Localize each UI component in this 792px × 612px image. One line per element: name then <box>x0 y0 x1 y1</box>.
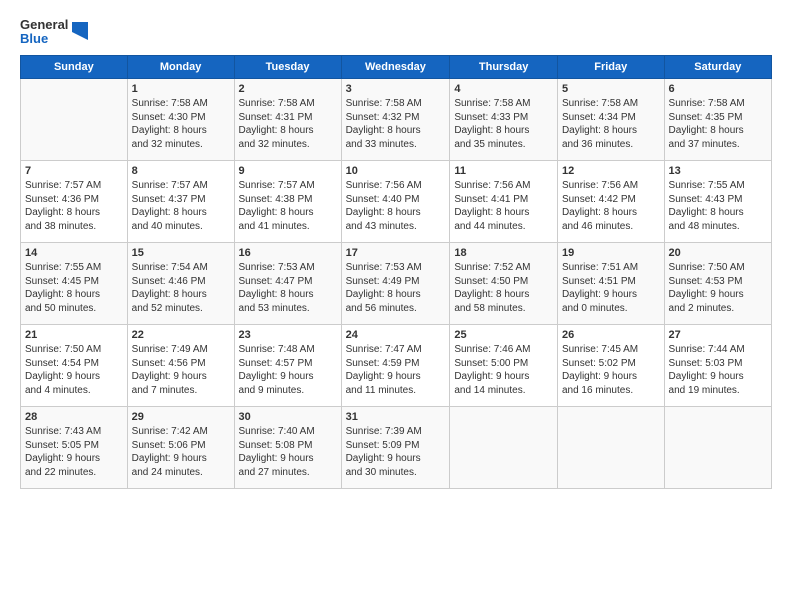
calendar-cell: 27Sunrise: 7:44 AMSunset: 5:03 PMDayligh… <box>664 324 771 406</box>
day-number: 1 <box>132 82 230 97</box>
week-row-5: 28Sunrise: 7:43 AMSunset: 5:05 PMDayligh… <box>21 406 772 488</box>
week-row-1: 1Sunrise: 7:58 AMSunset: 4:30 PMDaylight… <box>21 78 772 160</box>
calendar-cell: 12Sunrise: 7:56 AMSunset: 4:42 PMDayligh… <box>557 160 664 242</box>
week-row-3: 14Sunrise: 7:55 AMSunset: 4:45 PMDayligh… <box>21 242 772 324</box>
day-number: 4 <box>454 82 553 97</box>
calendar-cell: 11Sunrise: 7:56 AMSunset: 4:41 PMDayligh… <box>450 160 558 242</box>
calendar-cell: 5Sunrise: 7:58 AMSunset: 4:34 PMDaylight… <box>557 78 664 160</box>
calendar-body: 1Sunrise: 7:58 AMSunset: 4:30 PMDaylight… <box>21 78 772 488</box>
calendar-cell: 8Sunrise: 7:57 AMSunset: 4:37 PMDaylight… <box>127 160 234 242</box>
calendar-cell: 22Sunrise: 7:49 AMSunset: 4:56 PMDayligh… <box>127 324 234 406</box>
week-row-4: 21Sunrise: 7:50 AMSunset: 4:54 PMDayligh… <box>21 324 772 406</box>
day-number: 11 <box>454 164 553 179</box>
calendar-cell: 28Sunrise: 7:43 AMSunset: 5:05 PMDayligh… <box>21 406 128 488</box>
logo-general: General <box>20 18 68 32</box>
day-number: 25 <box>454 328 553 343</box>
col-header-monday: Monday <box>127 55 234 78</box>
header: General Blue <box>20 18 772 47</box>
calendar-cell: 21Sunrise: 7:50 AMSunset: 4:54 PMDayligh… <box>21 324 128 406</box>
day-number: 19 <box>562 246 660 261</box>
day-number: 2 <box>239 82 337 97</box>
day-number: 23 <box>239 328 337 343</box>
day-number: 21 <box>25 328 123 343</box>
calendar-cell: 19Sunrise: 7:51 AMSunset: 4:51 PMDayligh… <box>557 242 664 324</box>
calendar-cell: 25Sunrise: 7:46 AMSunset: 5:00 PMDayligh… <box>450 324 558 406</box>
calendar-cell <box>21 78 128 160</box>
calendar-cell: 9Sunrise: 7:57 AMSunset: 4:38 PMDaylight… <box>234 160 341 242</box>
calendar-cell: 3Sunrise: 7:58 AMSunset: 4:32 PMDaylight… <box>341 78 450 160</box>
calendar-cell: 10Sunrise: 7:56 AMSunset: 4:40 PMDayligh… <box>341 160 450 242</box>
day-number: 6 <box>669 82 767 97</box>
calendar-cell: 13Sunrise: 7:55 AMSunset: 4:43 PMDayligh… <box>664 160 771 242</box>
page: General Blue SundayMondayTuesdayWednesda… <box>0 0 792 612</box>
calendar-table: SundayMondayTuesdayWednesdayThursdayFrid… <box>20 55 772 489</box>
day-number: 16 <box>239 246 337 261</box>
day-number: 27 <box>669 328 767 343</box>
day-number: 22 <box>132 328 230 343</box>
calendar-cell: 24Sunrise: 7:47 AMSunset: 4:59 PMDayligh… <box>341 324 450 406</box>
calendar-cell: 18Sunrise: 7:52 AMSunset: 4:50 PMDayligh… <box>450 242 558 324</box>
col-header-sunday: Sunday <box>21 55 128 78</box>
logo-triangle-icon <box>72 18 90 46</box>
calendar-cell: 1Sunrise: 7:58 AMSunset: 4:30 PMDaylight… <box>127 78 234 160</box>
week-row-2: 7Sunrise: 7:57 AMSunset: 4:36 PMDaylight… <box>21 160 772 242</box>
col-header-tuesday: Tuesday <box>234 55 341 78</box>
day-number: 30 <box>239 410 337 425</box>
logo-blue: Blue <box>20 32 68 46</box>
day-number: 8 <box>132 164 230 179</box>
calendar-cell: 6Sunrise: 7:58 AMSunset: 4:35 PMDaylight… <box>664 78 771 160</box>
day-number: 17 <box>346 246 446 261</box>
day-number: 24 <box>346 328 446 343</box>
logo-container: General Blue <box>20 18 90 47</box>
calendar-cell: 16Sunrise: 7:53 AMSunset: 4:47 PMDayligh… <box>234 242 341 324</box>
calendar-cell: 30Sunrise: 7:40 AMSunset: 5:08 PMDayligh… <box>234 406 341 488</box>
day-number: 9 <box>239 164 337 179</box>
day-number: 7 <box>25 164 123 179</box>
day-number: 14 <box>25 246 123 261</box>
col-header-thursday: Thursday <box>450 55 558 78</box>
day-number: 28 <box>25 410 123 425</box>
day-number: 31 <box>346 410 446 425</box>
calendar-cell: 15Sunrise: 7:54 AMSunset: 4:46 PMDayligh… <box>127 242 234 324</box>
logo: General Blue <box>20 18 90 47</box>
col-header-saturday: Saturday <box>664 55 771 78</box>
day-number: 12 <box>562 164 660 179</box>
day-number: 3 <box>346 82 446 97</box>
calendar-cell: 2Sunrise: 7:58 AMSunset: 4:31 PMDaylight… <box>234 78 341 160</box>
calendar-cell: 20Sunrise: 7:50 AMSunset: 4:53 PMDayligh… <box>664 242 771 324</box>
day-number: 15 <box>132 246 230 261</box>
calendar-cell <box>557 406 664 488</box>
day-number: 20 <box>669 246 767 261</box>
day-number: 18 <box>454 246 553 261</box>
day-number: 5 <box>562 82 660 97</box>
day-number: 29 <box>132 410 230 425</box>
logo-text-block: General Blue <box>20 18 68 47</box>
calendar-cell <box>664 406 771 488</box>
day-number: 10 <box>346 164 446 179</box>
calendar-cell: 26Sunrise: 7:45 AMSunset: 5:02 PMDayligh… <box>557 324 664 406</box>
calendar-cell: 29Sunrise: 7:42 AMSunset: 5:06 PMDayligh… <box>127 406 234 488</box>
calendar-cell: 14Sunrise: 7:55 AMSunset: 4:45 PMDayligh… <box>21 242 128 324</box>
calendar-cell: 31Sunrise: 7:39 AMSunset: 5:09 PMDayligh… <box>341 406 450 488</box>
column-headers-row: SundayMondayTuesdayWednesdayThursdayFrid… <box>21 55 772 78</box>
day-number: 26 <box>562 328 660 343</box>
calendar-cell: 17Sunrise: 7:53 AMSunset: 4:49 PMDayligh… <box>341 242 450 324</box>
col-header-wednesday: Wednesday <box>341 55 450 78</box>
day-number: 13 <box>669 164 767 179</box>
calendar-cell: 4Sunrise: 7:58 AMSunset: 4:33 PMDaylight… <box>450 78 558 160</box>
calendar-cell <box>450 406 558 488</box>
col-header-friday: Friday <box>557 55 664 78</box>
calendar-cell: 23Sunrise: 7:48 AMSunset: 4:57 PMDayligh… <box>234 324 341 406</box>
calendar-cell: 7Sunrise: 7:57 AMSunset: 4:36 PMDaylight… <box>21 160 128 242</box>
